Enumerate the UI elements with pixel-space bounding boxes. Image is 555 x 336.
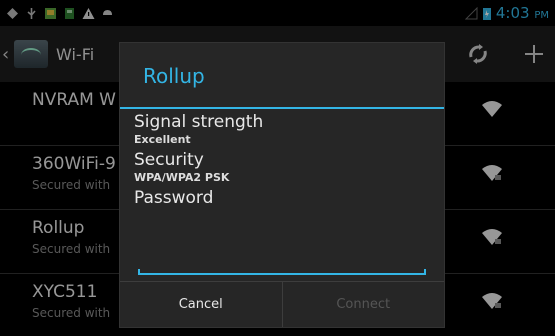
security-label: Security	[134, 150, 204, 170]
wifi-connect-dialog: Rollup Signal strength Excellent Securit…	[119, 42, 445, 328]
dialog-body: Signal strength Excellent Security WPA/W…	[120, 109, 444, 208]
cancel-button[interactable]: Cancel	[120, 282, 282, 327]
signal-strength-value: Excellent	[134, 133, 191, 146]
password-input[interactable]	[138, 265, 426, 275]
password-label: Password	[134, 188, 214, 208]
connect-button[interactable]: Connect	[281, 282, 445, 327]
dialog-buttons: Cancel Connect	[120, 281, 444, 327]
dialog-title: Rollup	[120, 43, 444, 109]
security-value: WPA/WPA2 PSK	[134, 171, 230, 184]
signal-strength-label: Signal strength	[134, 112, 264, 132]
